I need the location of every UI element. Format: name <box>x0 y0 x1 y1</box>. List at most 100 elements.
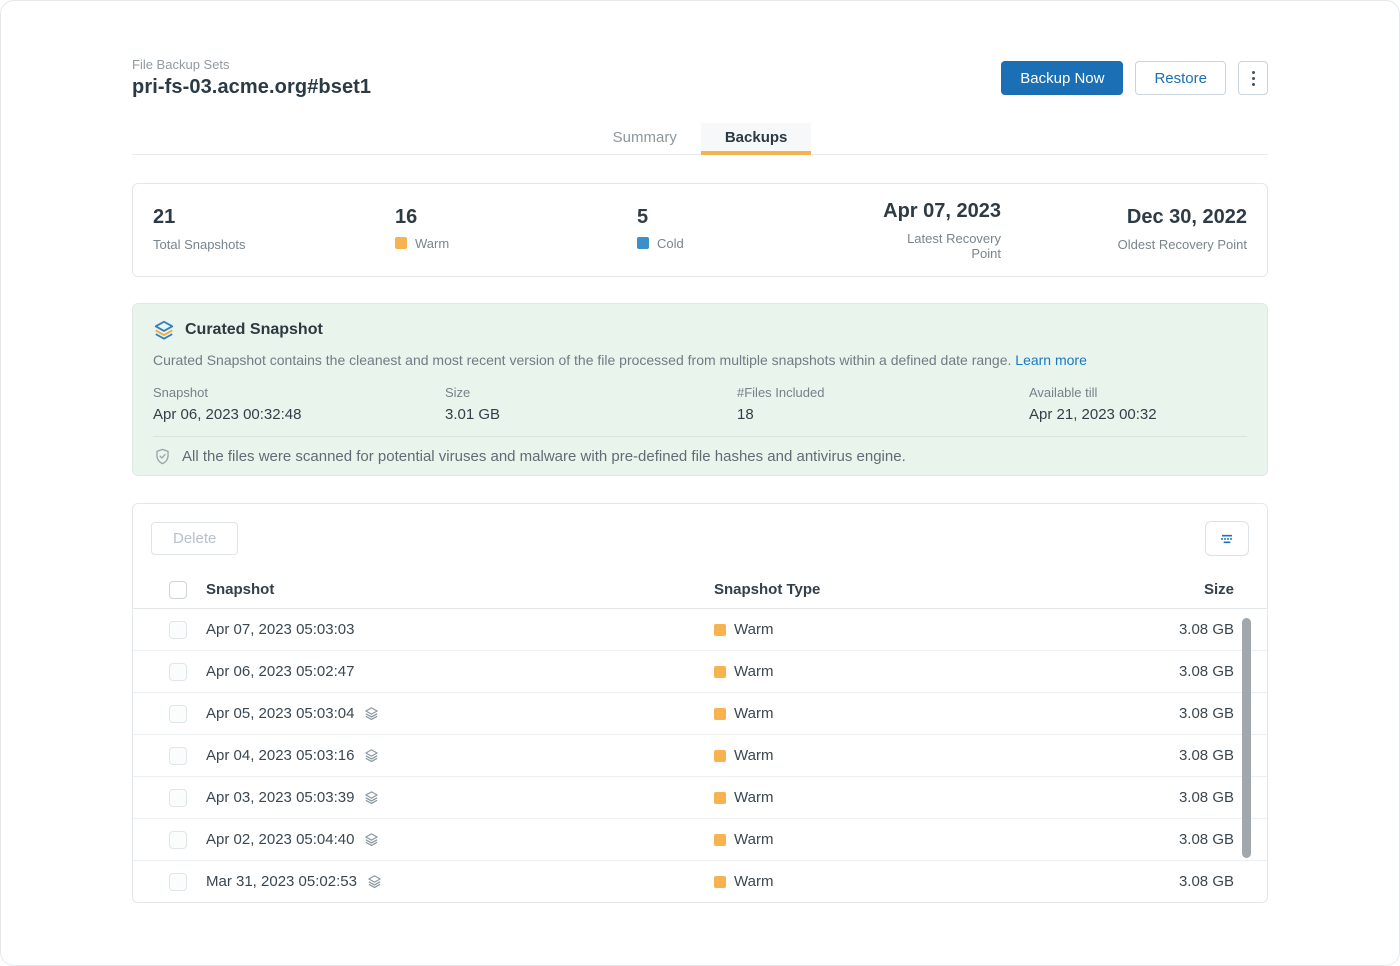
breadcrumb[interactable]: File Backup Sets <box>132 57 371 72</box>
snapshot-type-label: Warm <box>734 873 773 890</box>
snapshot-date: Apr 04, 2023 05:03:16 <box>206 747 354 764</box>
curated-snapshot-icon <box>367 874 382 889</box>
select-all-checkbox[interactable] <box>169 581 187 599</box>
stat-item: Apr 07, 2023 Latest Recovery Point <box>879 200 1001 261</box>
more-actions-button[interactable] <box>1238 61 1268 95</box>
curated-description-text: Curated Snapshot contains the cleanest a… <box>153 352 1011 368</box>
snapshot-size: 3.08 GB <box>1114 873 1234 890</box>
vertical-scrollbar[interactable] <box>1242 618 1251 858</box>
warm-swatch <box>714 750 726 762</box>
table-header-row: Snapshot Snapshot Type Size <box>133 571 1267 609</box>
tab-backups[interactable]: Backups <box>701 123 812 155</box>
layers-icon <box>153 319 175 341</box>
snapshot-type-label: Warm <box>734 747 773 764</box>
snapshot-date: Apr 02, 2023 05:04:40 <box>206 831 354 848</box>
stat-item: 5 Cold <box>637 206 879 255</box>
snapshot-size: 3.08 GB <box>1114 747 1234 764</box>
curated-field: #Files Included 18 <box>737 385 1029 423</box>
stat-label: Warm <box>415 236 449 251</box>
row-checkbox[interactable] <box>169 789 187 807</box>
snapshot-size: 3.08 GB <box>1114 621 1234 638</box>
stat-value: 21 <box>153 206 395 229</box>
delete-button[interactable]: Delete <box>151 522 238 555</box>
title-block: File Backup Sets pri-fs-03.acme.org#bset… <box>132 57 371 99</box>
top-bar: File Backup Sets pri-fs-03.acme.org#bset… <box>132 57 1268 99</box>
curated-field-label: Available till <box>1029 385 1247 400</box>
stat-label: Total Snapshots <box>153 237 246 252</box>
curated-snapshot-icon <box>364 748 379 763</box>
stat-value: 16 <box>395 206 637 229</box>
type-swatch <box>395 237 407 249</box>
curated-snapshot-panel: Curated Snapshot Curated Snapshot contai… <box>132 303 1268 476</box>
snapshots-table-card: Delete Snapshot Snapshot Type Size Apr 0… <box>132 503 1268 903</box>
warm-swatch <box>714 624 726 636</box>
curated-snapshot-icon <box>364 790 379 805</box>
row-checkbox[interactable] <box>169 831 187 849</box>
curated-field: Snapshot Apr 06, 2023 00:32:48 <box>153 385 445 423</box>
curated-field: Available till Apr 21, 2023 00:32 <box>1029 385 1247 423</box>
learn-more-link[interactable]: Learn more <box>1015 352 1087 368</box>
stat-value: 5 <box>637 206 879 229</box>
table-row[interactable]: Apr 04, 2023 05:03:16 Warm 3.08 GB <box>133 735 1267 777</box>
snapshot-type-label: Warm <box>734 621 773 638</box>
table-row[interactable]: Apr 03, 2023 05:03:39 Warm 3.08 GB <box>133 777 1267 819</box>
snapshot-date: Apr 06, 2023 05:02:47 <box>206 663 354 680</box>
row-checkbox[interactable] <box>169 705 187 723</box>
page: File Backup Sets pri-fs-03.acme.org#bset… <box>0 0 1400 966</box>
table-row[interactable]: Apr 07, 2023 05:03:03 Warm 3.08 GB <box>133 609 1267 651</box>
table-row[interactable]: Mar 31, 2023 05:02:53 Warm 3.08 GB <box>133 861 1267 903</box>
restore-button[interactable]: Restore <box>1135 61 1226 95</box>
curated-field-label: #Files Included <box>737 385 1029 400</box>
backup-now-button[interactable]: Backup Now <box>1001 61 1123 95</box>
stat-value: Dec 30, 2022 <box>1001 206 1247 229</box>
column-header-snapshot-type[interactable]: Snapshot Type <box>714 581 1114 598</box>
snapshot-type-label: Warm <box>734 663 773 680</box>
row-checkbox[interactable] <box>169 663 187 681</box>
snapshot-date: Apr 05, 2023 05:03:04 <box>206 705 354 722</box>
curated-snapshot-icon <box>364 706 379 721</box>
stat-label: Latest Recovery Point <box>879 231 1001 261</box>
filter-button[interactable] <box>1205 521 1249 556</box>
scan-note: All the files were scanned for potential… <box>153 447 1247 466</box>
snapshot-type-label: Warm <box>734 789 773 806</box>
filter-icon <box>1217 529 1237 549</box>
page-title: pri-fs-03.acme.org#bset1 <box>132 76 371 99</box>
type-swatch <box>637 237 649 249</box>
shield-check-icon <box>153 447 172 466</box>
table-row[interactable]: Apr 02, 2023 05:04:40 Warm 3.08 GB <box>133 819 1267 861</box>
snapshot-type-label: Warm <box>734 705 773 722</box>
row-checkbox[interactable] <box>169 873 187 891</box>
table-toolbar: Delete <box>133 504 1267 571</box>
curated-snapshot-icon <box>364 832 379 847</box>
table-row[interactable]: Apr 06, 2023 05:02:47 Warm 3.08 GB <box>133 651 1267 693</box>
kebab-menu-icon <box>1252 71 1255 86</box>
table-row[interactable]: Apr 05, 2023 05:03:04 Warm 3.08 GB <box>133 693 1267 735</box>
snapshot-date: Apr 03, 2023 05:03:39 <box>206 789 354 806</box>
table-body: Apr 07, 2023 05:03:03 Warm 3.08 GB Apr 0… <box>133 609 1267 903</box>
snapshot-size: 3.08 GB <box>1114 663 1234 680</box>
snapshot-type-label: Warm <box>734 831 773 848</box>
curated-snapshot-fields: Snapshot Apr 06, 2023 00:32:48 Size 3.01… <box>153 385 1247 423</box>
curated-field-label: Snapshot <box>153 385 445 400</box>
curated-snapshot-title: Curated Snapshot <box>185 321 323 339</box>
snapshot-date: Mar 31, 2023 05:02:53 <box>206 873 357 890</box>
tab-summary[interactable]: Summary <box>589 123 701 155</box>
stat-item: Dec 30, 2022 Oldest Recovery Point <box>1001 206 1247 254</box>
curated-field-value: Apr 06, 2023 00:32:48 <box>153 406 445 423</box>
divider <box>153 436 1247 437</box>
snapshot-size: 3.08 GB <box>1114 831 1234 848</box>
curated-field-value: 18 <box>737 406 1029 423</box>
warm-swatch <box>714 834 726 846</box>
tab-bar: Summary Backups <box>132 123 1268 155</box>
snapshot-date: Apr 07, 2023 05:03:03 <box>206 621 354 638</box>
curated-field-label: Size <box>445 385 737 400</box>
row-checkbox[interactable] <box>169 621 187 639</box>
column-header-snapshot[interactable]: Snapshot <box>206 581 714 598</box>
curated-snapshot-description: Curated Snapshot contains the cleanest a… <box>153 352 1247 368</box>
row-checkbox[interactable] <box>169 747 187 765</box>
curated-field-value: 3.01 GB <box>445 406 737 423</box>
stat-value: Apr 07, 2023 <box>879 200 1001 223</box>
snapshot-stats-card: 21 Total Snapshots 16 Warm 5 Cold Apr 07… <box>132 183 1268 277</box>
snapshot-size: 3.08 GB <box>1114 705 1234 722</box>
column-header-size[interactable]: Size <box>1114 581 1234 598</box>
